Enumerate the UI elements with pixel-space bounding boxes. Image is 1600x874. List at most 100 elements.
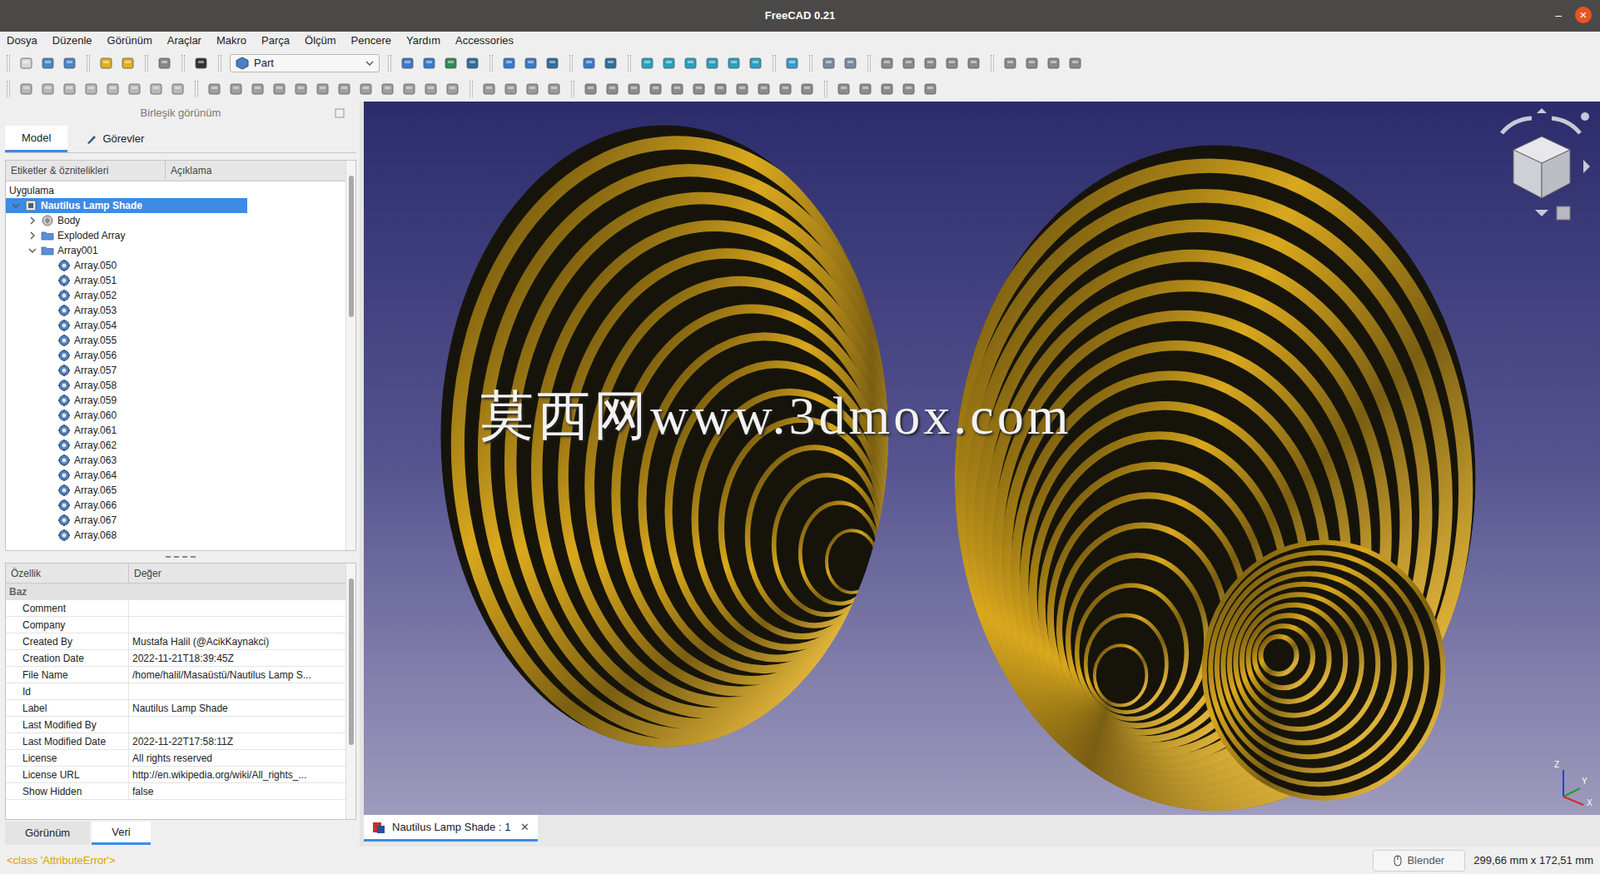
property-value[interactable]: All rights reserved <box>129 750 346 766</box>
toolbar-grip[interactable] <box>571 80 575 98</box>
tool-icon[interactable] <box>401 80 418 98</box>
tool-icon[interactable] <box>784 54 801 72</box>
combo-tab[interactable]: Görevler <box>69 125 161 153</box>
tree-row[interactable]: Array.051 <box>5 273 346 289</box>
lamp-model-icon[interactable] <box>363 101 1600 815</box>
tree-row-label[interactable]: Array.065 <box>5 482 127 498</box>
minimize-button[interactable]: – <box>1555 6 1562 24</box>
tree-row-label[interactable]: Array.062 <box>5 437 127 453</box>
tool-icon[interactable] <box>39 54 57 72</box>
undock-icon[interactable] <box>334 108 345 119</box>
toolbar-grip[interactable] <box>194 80 199 98</box>
tree-row[interactable]: Nautilus Lamp Shade <box>5 198 346 214</box>
tool-icon[interactable] <box>336 80 353 98</box>
toolbar-grip[interactable] <box>218 54 222 72</box>
menu-item[interactable]: Yardım <box>404 32 443 50</box>
tree-row-label[interactable]: Array.061 <box>5 422 127 438</box>
tree-row[interactable]: Array.064 <box>5 467 346 483</box>
tree-row[interactable]: Array.068 <box>5 527 346 543</box>
property-row[interactable]: Comment <box>5 600 346 617</box>
tool-icon[interactable] <box>61 54 79 72</box>
tree-row[interactable]: Array.054 <box>5 318 346 333</box>
tool-icon[interactable] <box>544 54 562 72</box>
tree-row-label[interactable]: Array.055 <box>5 332 127 348</box>
tree-row-label[interactable]: Array.054 <box>5 318 127 333</box>
tool-icon[interactable] <box>522 54 540 72</box>
tool-icon[interactable] <box>755 80 773 98</box>
tool-icon[interactable] <box>444 80 462 98</box>
tree-row[interactable]: Array.066 <box>5 497 346 513</box>
tool-icon[interactable] <box>777 80 795 98</box>
tool-icon[interactable] <box>169 80 187 98</box>
toolbar-grip[interactable] <box>144 54 149 72</box>
property-value[interactable] <box>129 716 346 733</box>
menu-item[interactable]: Makro <box>214 32 249 50</box>
toolbar-grip[interactable] <box>489 54 493 72</box>
tree-row[interactable]: Array.050 <box>5 258 346 274</box>
tree-row-label[interactable]: Body <box>5 213 90 229</box>
toolbar-grip[interactable] <box>181 54 185 72</box>
tree-row[interactable]: Array.062 <box>5 437 346 453</box>
expand-arrow-icon[interactable] <box>27 215 38 226</box>
menu-item[interactable]: Pencere <box>349 32 393 50</box>
menu-item[interactable]: Düzenle <box>50 32 95 50</box>
toolbar-grip[interactable] <box>990 54 994 72</box>
property-row[interactable]: Company <box>5 616 346 634</box>
property-value[interactable] <box>129 616 346 633</box>
tree-row[interactable]: Body <box>5 213 346 229</box>
menu-item[interactable]: Parça <box>259 32 292 50</box>
tool-icon[interactable] <box>604 80 622 98</box>
property-value[interactable]: Mustafa Halil (@AcikKaynakci) <box>129 633 346 650</box>
tool-icon[interactable] <box>944 54 961 72</box>
toolbar-grip[interactable] <box>387 54 392 72</box>
tool-icon[interactable] <box>1002 54 1019 72</box>
workbench-dropdown[interactable]: Part <box>229 54 380 73</box>
scrollbar[interactable] <box>345 563 356 820</box>
expand-arrow-icon[interactable] <box>27 230 38 241</box>
property-value[interactable]: 2022-11-21T18:39:45Z <box>129 650 346 666</box>
document-tab[interactable]: Nautilus Lamp Shade : 1✕ <box>363 814 538 842</box>
tree-row[interactable]: Array.056 <box>5 347 346 363</box>
toolbar-grip[interactable] <box>86 54 90 72</box>
tool-icon[interactable] <box>647 80 665 98</box>
tool-icon[interactable] <box>734 80 751 98</box>
tree-row[interactable]: Array.058 <box>5 377 346 393</box>
toolbar-grip[interactable] <box>469 80 473 98</box>
property-row[interactable]: Creation Date2022-11-21T18:39:45Z <box>5 650 346 667</box>
tool-icon[interactable] <box>626 80 643 98</box>
tool-icon[interactable] <box>965 54 983 72</box>
tree-row[interactable]: Array.065 <box>5 482 346 498</box>
tool-icon[interactable] <box>879 80 896 98</box>
tool-icon[interactable] <box>922 80 940 98</box>
tool-icon[interactable] <box>502 80 520 98</box>
tree-row-label[interactable]: Array.059 <box>5 392 127 408</box>
splitter[interactable] <box>4 551 357 563</box>
property-value[interactable]: Nautilus Lamp Shade <box>129 700 346 716</box>
menu-item[interactable]: Accessories <box>453 32 516 50</box>
tool-icon[interactable] <box>18 80 35 98</box>
tree-row-label[interactable]: Exploded Array <box>5 228 135 244</box>
tree-row-label[interactable]: Array.067 <box>5 512 127 528</box>
tree-row-label[interactable]: Array.060 <box>5 407 127 423</box>
property-value[interactable]: 2022-11-22T17:58:11Z <box>129 733 346 750</box>
tree-row-label[interactable]: Array.068 <box>5 527 127 543</box>
tree-row-label[interactable]: Array.057 <box>5 362 127 378</box>
tree-row-label[interactable]: Array.066 <box>5 497 127 513</box>
close-button[interactable]: × <box>1575 6 1592 24</box>
property-group[interactable]: Baz <box>5 583 346 601</box>
tree-row[interactable]: Array.067 <box>5 512 346 528</box>
property-value[interactable]: /home/halil/Masaüstü/Nautilus Lamp S... <box>129 666 346 683</box>
column-header[interactable]: Özellik <box>5 563 130 583</box>
tool-icon[interactable] <box>126 80 144 98</box>
tool-icon[interactable] <box>422 80 440 98</box>
property-row[interactable]: File Name/home/halil/Masaüstü/Nautilus L… <box>5 666 346 684</box>
navigation-cube-icon[interactable] <box>1490 108 1594 234</box>
tool-icon[interactable] <box>879 54 896 72</box>
tree-row-label[interactable]: Nautilus Lamp Shade <box>5 198 248 214</box>
tool-icon[interactable] <box>61 80 79 98</box>
tool-icon[interactable] <box>1045 54 1063 72</box>
tool-icon[interactable] <box>293 80 310 98</box>
tool-icon[interactable] <box>835 80 853 98</box>
property-row[interactable]: LabelNautilus Lamp Shade <box>5 700 346 717</box>
3d-viewport[interactable]: 莫西网www.3dmox.comZYX <box>363 101 1600 815</box>
